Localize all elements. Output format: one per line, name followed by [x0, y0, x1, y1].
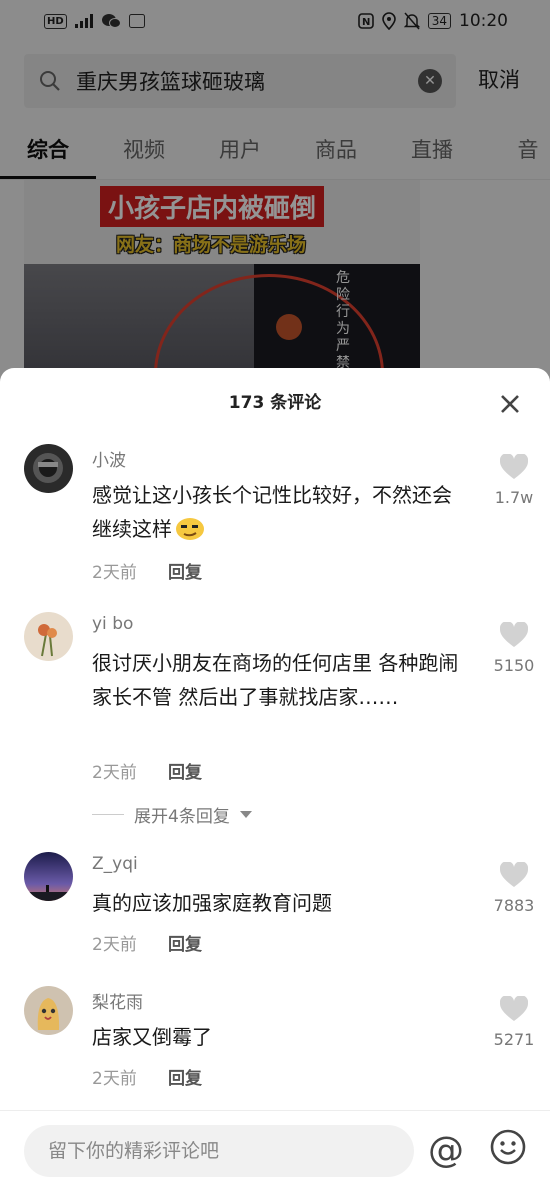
comment-time: 2天前: [92, 1069, 137, 1089]
reply-button[interactable]: 回复: [168, 930, 202, 955]
close-icon[interactable]: [496, 390, 524, 418]
comment-time: 2天前: [92, 763, 137, 783]
divider: [92, 814, 124, 815]
like-button[interactable]: 5271: [478, 995, 550, 1049]
screen: HD N 34 10:20 重庆男孩篮球砸玻璃 ✕ 取消 综合 视频 用户 商品: [0, 0, 550, 1191]
heart-icon: [499, 861, 529, 887]
comment-username[interactable]: Z_yqi: [92, 854, 138, 874]
comment-text: 店家又倒霉了: [92, 1025, 212, 1049]
heart-icon: [499, 453, 529, 479]
smirk-emoji-icon: [176, 518, 204, 540]
like-count: 5150: [493, 656, 535, 675]
comments-sheet: 173 条评论 小波 感觉让这小孩长个记性比较好，不然还会继续这样 2天前 回复…: [0, 368, 550, 1191]
emoji-icon[interactable]: [490, 1129, 526, 1165]
comment-time: 2天前: [92, 935, 137, 955]
comment-count-title: 173 条评论: [228, 393, 322, 413]
mention-button[interactable]: @: [428, 1133, 464, 1169]
expand-replies-label: 展开4条回复: [134, 807, 230, 827]
reply-button[interactable]: 回复: [168, 558, 202, 583]
comment-input[interactable]: 留下你的精彩评论吧: [24, 1125, 414, 1177]
avatar[interactable]: [24, 986, 73, 1035]
comment-time: 2天前: [92, 563, 137, 583]
like-count: 7883: [493, 896, 535, 915]
comment-text: 真的应该加强家庭教育问题: [92, 891, 332, 915]
comment-text: 感觉让这小孩长个记性比较好，不然还会继续这样: [92, 483, 452, 541]
like-button[interactable]: 5150: [478, 621, 550, 675]
avatar[interactable]: [24, 852, 73, 901]
like-count: 5271: [493, 1030, 535, 1049]
overlay-dim[interactable]: [0, 0, 550, 420]
like-button[interactable]: 7883: [478, 861, 550, 915]
avatar[interactable]: [24, 612, 73, 661]
avatar[interactable]: [24, 444, 73, 493]
caret-down-icon: [239, 811, 252, 818]
comment-text: 很讨厌小朋友在商场的任何店里 各种跑闹 家长不管 然后出了事就找店家……: [92, 651, 459, 709]
like-button[interactable]: 1.7w: [478, 453, 550, 507]
comment-footer: 留下你的精彩评论吧 @: [0, 1110, 550, 1191]
reply-button[interactable]: 回复: [168, 1064, 202, 1089]
expand-replies-button[interactable]: 展开4条回复: [92, 802, 252, 827]
like-count: 1.7w: [494, 488, 534, 507]
comment-username[interactable]: 小波: [92, 446, 126, 471]
heart-icon: [499, 621, 529, 647]
comment-username[interactable]: 梨花雨: [92, 988, 143, 1013]
reply-button[interactable]: 回复: [168, 758, 202, 783]
heart-icon: [499, 995, 529, 1021]
comment-username[interactable]: yi bo: [92, 614, 133, 634]
